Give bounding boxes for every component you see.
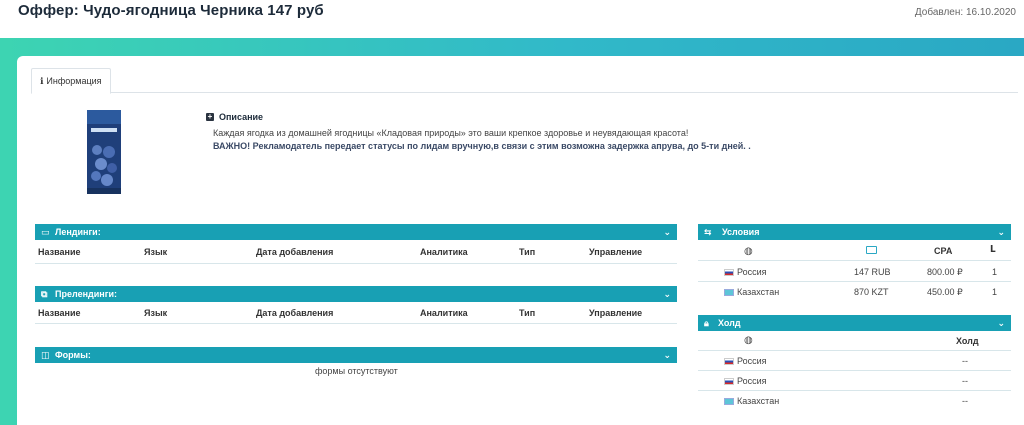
globe-icon: ◍ (744, 335, 753, 346)
divider (698, 350, 1011, 351)
condition-row-price: 870 KZT (854, 287, 889, 297)
flag-ru-icon (724, 358, 734, 366)
limit-icon: ᒪ (990, 244, 996, 254)
lock-icon: 🔒︎ (704, 318, 709, 328)
col-manage: Управление (589, 247, 643, 257)
hold-row-country: Россия (724, 356, 767, 366)
condition-row-limit: 1 (992, 287, 998, 297)
forms-empty-note: формы отсутствуют (315, 366, 398, 376)
condition-row-limit: 1 (992, 267, 998, 277)
condition-row-price: 147 RUB (854, 267, 891, 277)
landings-header[interactable]: ▭ Лендинги: ⌄ (35, 224, 677, 240)
date-added: Добавлен: 16.10.2020 (914, 7, 1016, 18)
prelandings-header[interactable]: ⧉ Прелендинги: ⌄ (35, 286, 677, 302)
description-block: + Описание Каждая ягодка из домашней яго… (206, 112, 906, 151)
tab-info[interactable]: ℹ Информация (31, 68, 111, 94)
condition-row-cpa: 450.00 ₽ (927, 287, 963, 297)
divider (35, 323, 677, 324)
forms-title: Формы: (55, 350, 91, 360)
flag-kz-icon (724, 289, 734, 297)
hold-row-value: -- (962, 356, 968, 366)
col-cpa: CPA (934, 246, 953, 256)
product-image (87, 110, 121, 194)
col-analytics: Аналитика (420, 308, 468, 318)
page-title: Оффер: Чудо-ягодница Черника 147 руб (18, 2, 324, 19)
col-manage: Управление (589, 308, 643, 318)
forms-header[interactable]: ◫ Формы: ⌄ (35, 347, 677, 363)
chevron-down-icon[interactable]: ⌄ (663, 224, 671, 240)
conditions-title: Условия (722, 227, 760, 237)
divider (35, 263, 677, 264)
condition-row-country: Россия (724, 267, 767, 277)
col-type: Тип (519, 247, 536, 257)
divider (698, 281, 1011, 282)
col-language: Язык (144, 247, 168, 257)
chevron-down-icon[interactable]: ⌄ (663, 286, 671, 302)
chevron-down-icon[interactable]: ⌄ (997, 315, 1005, 331)
hold-header[interactable]: 🔒︎ Холд ⌄ (698, 315, 1011, 331)
col-hold: Холд (956, 336, 979, 346)
globe-icon: ◍ (744, 246, 753, 257)
windows-icon: ⧉ (41, 289, 48, 299)
info-icon: ℹ (40, 76, 44, 86)
col-date: Дата добавления (256, 308, 334, 318)
condition-row-country: Казахстан (724, 287, 779, 297)
condition-row-cpa: 800.00 ₽ (927, 267, 963, 277)
divider (698, 390, 1011, 391)
conditions-header[interactable]: ⇆ Условия ⌄ (698, 224, 1011, 240)
expand-icon: + (206, 112, 214, 121)
chevron-down-icon[interactable]: ⌄ (997, 224, 1005, 240)
offer-panel: ℹ Информация + Описание Каждая ягодка из … (17, 56, 1024, 425)
description-heading[interactable]: + Описание (206, 112, 906, 122)
col-analytics: Аналитика (420, 247, 468, 257)
description-text: Каждая ягодка из домашней ягодницы «Клад… (213, 128, 689, 138)
landings-title: Лендинги: (55, 227, 101, 237)
hold-title: Холд (718, 318, 741, 328)
prelandings-title: Прелендинги: (55, 289, 117, 299)
money-icon (866, 246, 877, 256)
handshake-icon: ⇆ (704, 227, 712, 237)
hold-row-country: Казахстан (724, 396, 779, 406)
hold-row-country: Россия (724, 376, 767, 386)
hold-row-value: -- (962, 376, 968, 386)
tab-bar: ℹ Информация (31, 68, 1018, 94)
divider (698, 260, 1011, 261)
chevron-down-icon[interactable]: ⌄ (663, 347, 671, 363)
col-name: Название (38, 247, 81, 257)
col-language: Язык (144, 308, 168, 318)
top-bar: Оффер: Чудо-ягодница Черника 147 руб Доб… (0, 0, 1024, 38)
divider (698, 370, 1011, 371)
col-date: Дата добавления (256, 247, 334, 257)
description-heading-label: Описание (219, 112, 264, 122)
flag-ru-icon (724, 269, 734, 277)
flag-ru-icon (724, 378, 734, 386)
flag-kz-icon (724, 398, 734, 406)
tab-info-label: Информация (46, 76, 102, 86)
window-icon: ▭ (41, 227, 50, 237)
description-warning: ВАЖНО! Рекламодатель передает статусы по… (213, 141, 751, 151)
columns-icon: ◫ (41, 350, 50, 360)
col-type: Тип (519, 308, 536, 318)
hold-row-value: -- (962, 396, 968, 406)
col-name: Название (38, 308, 81, 318)
